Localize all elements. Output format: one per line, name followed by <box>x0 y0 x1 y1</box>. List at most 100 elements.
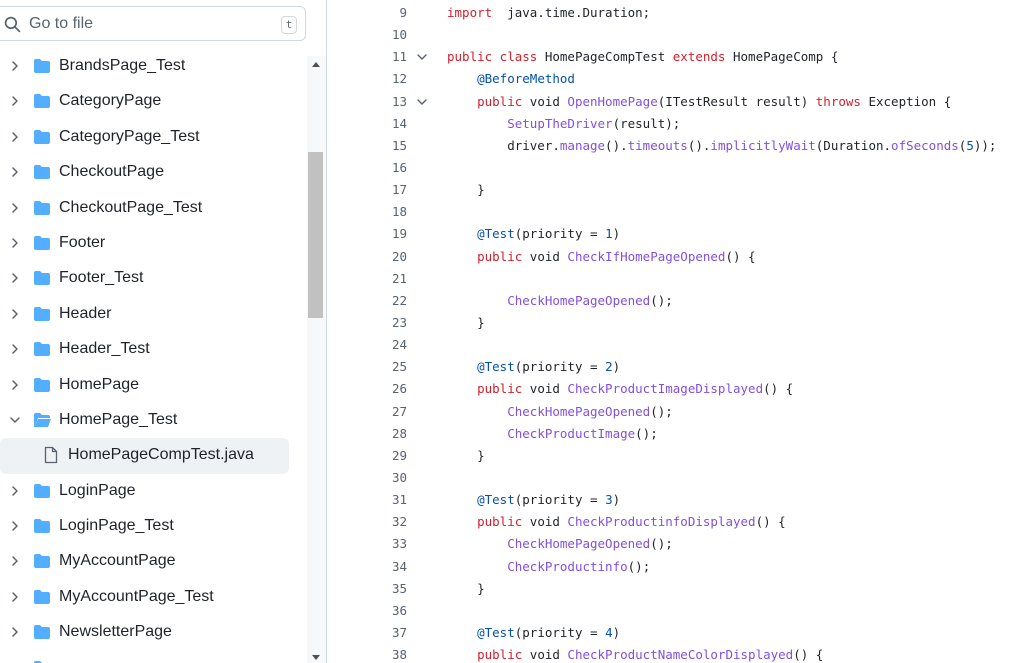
folder-icon <box>34 129 50 144</box>
code-token: void <box>522 248 568 264</box>
code-token: (); <box>650 403 673 419</box>
code-token: 5 <box>966 137 974 153</box>
chevron-right-icon[interactable] <box>9 308 21 320</box>
code-line: 23 } <box>345 312 1024 334</box>
code-line: 28 CheckProductImage(); <box>345 423 1024 445</box>
code-token: (priority = <box>514 492 606 508</box>
scroll-up-arrow-icon[interactable] <box>312 62 320 67</box>
code-line: 10 <box>345 24 1024 46</box>
code-token: (priority = <box>514 624 606 640</box>
chevron-right-icon[interactable] <box>9 343 21 355</box>
code-line: 14 SetupTheDriver(result); <box>345 113 1024 135</box>
code-text: CheckHomePageOpened(); <box>447 401 673 423</box>
code-text: public void CheckProductinfoDisplayed() … <box>447 511 786 533</box>
chevron-right-icon[interactable] <box>9 202 21 214</box>
chevron-right-icon[interactable] <box>9 131 21 143</box>
chevron-down-icon[interactable] <box>9 414 21 426</box>
code-token: CheckIfHomePageOpened <box>567 248 726 264</box>
code-token: @Test <box>477 226 515 242</box>
fold-chevron-icon[interactable] <box>417 98 427 106</box>
folder-icon <box>34 94 50 109</box>
code-line: 31 @Test(priority = 3) <box>345 489 1024 511</box>
tree-folder-item[interactable]: CheckoutPage_Test <box>0 191 305 226</box>
code-token: CheckProductImage <box>507 425 636 441</box>
tree-folder-item[interactable]: BrandsPage_Test <box>0 49 305 84</box>
search-icon <box>4 16 21 33</box>
code-token: } <box>447 314 485 330</box>
code-token: HomePageCompTest <box>537 49 673 65</box>
chevron-right-icon[interactable] <box>9 555 21 567</box>
line-number: 35 <box>391 580 407 596</box>
folder-icon <box>34 271 50 286</box>
scrollbar-thumb[interactable] <box>308 152 323 318</box>
code-line: 22 CheckHomePageOpened(); <box>345 290 1024 312</box>
tree-folder-item[interactable]: Header_Test <box>0 332 305 367</box>
code-token: @Test <box>477 624 515 640</box>
tree-folder-item[interactable]: LoginPage <box>0 474 305 509</box>
code-line: 35 } <box>345 578 1024 600</box>
tree-item-label: NewsletterPage <box>59 623 172 641</box>
code-token: 4 <box>605 624 613 640</box>
go-to-file-search[interactable]: Go to file t <box>0 6 306 41</box>
scroll-down-arrow-icon[interactable] <box>312 655 320 660</box>
folder-icon <box>34 625 50 640</box>
chevron-right-icon[interactable] <box>9 626 21 638</box>
tree-folder-item[interactable] <box>0 651 305 663</box>
chevron-right-icon[interactable] <box>9 272 21 284</box>
chevron-right-icon[interactable] <box>9 520 21 532</box>
tree-folder-item[interactable]: CategoryPage <box>0 84 305 119</box>
tree-folder-item[interactable]: MyAccountPage <box>0 544 305 579</box>
tree-folder-item[interactable]: HomePage <box>0 368 305 403</box>
chevron-right-icon[interactable] <box>9 591 21 603</box>
folder-icon <box>34 200 50 215</box>
code-token: () { <box>763 381 794 397</box>
code-token: @Test <box>477 359 515 375</box>
code-token: CheckProductNameColorDisplayed <box>567 647 794 663</box>
tree-folder-item[interactable]: Footer_Test <box>0 261 305 296</box>
tree-folder-item[interactable]: CategoryPage_Test <box>0 120 305 155</box>
tree-folder-item[interactable]: LoginPage_Test <box>0 509 305 544</box>
code-line: 12 @BeforeMethod <box>345 68 1024 90</box>
chevron-right-icon[interactable] <box>9 95 21 107</box>
tree-folder-item[interactable]: CheckoutPage <box>0 155 305 190</box>
code-text: @Test(priority = 1) <box>447 223 620 245</box>
code-token: () { <box>755 514 786 530</box>
code-token: public class <box>447 49 538 65</box>
tree-folder-item[interactable]: HomePage_Test <box>0 403 305 438</box>
code-text: } <box>447 445 485 467</box>
file-tree-panel: Go to file t BrandsPage_Test CategoryPage… <box>0 0 327 663</box>
folder-icon <box>34 660 50 663</box>
line-number: 29 <box>391 447 407 463</box>
chevron-right-icon[interactable] <box>9 485 21 497</box>
chevron-right-icon[interactable] <box>9 237 21 249</box>
code-text: public void CheckProductNameColorDisplay… <box>447 644 823 663</box>
code-token: (priority = <box>514 226 606 242</box>
line-number: 10 <box>391 27 407 43</box>
tree-folder-item[interactable]: MyAccountPage_Test <box>0 580 305 615</box>
code-token: () { <box>725 248 756 264</box>
code-token: void <box>522 93 568 109</box>
tree-folder-item[interactable]: NewsletterPage <box>0 615 305 650</box>
code-line: 18 <box>345 201 1024 223</box>
chevron-right-icon[interactable] <box>9 60 21 72</box>
line-number: 33 <box>391 536 407 552</box>
chevron-right-icon[interactable] <box>9 166 21 178</box>
code-token: void <box>522 514 568 530</box>
chevron-right-icon[interactable] <box>9 379 21 391</box>
line-number: 14 <box>391 115 407 131</box>
fold-chevron-icon[interactable] <box>417 53 427 61</box>
line-number: 30 <box>391 469 407 485</box>
code-token: (ITestResult result) <box>657 93 816 109</box>
folder-icon <box>34 483 50 498</box>
code-line: 29 } <box>345 445 1024 467</box>
code-line: 34 CheckProductinfo(); <box>345 556 1024 578</box>
tree-folder-item[interactable]: Header <box>0 297 305 332</box>
tree-scrollbar[interactable] <box>307 56 326 663</box>
tree-file-item[interactable]: HomePageCompTest.java <box>0 438 289 474</box>
tree-folder-item[interactable]: Footer <box>0 226 305 261</box>
shortcut-key-badge: t <box>281 16 297 34</box>
tree-item-label: MyAccountPage <box>59 552 176 570</box>
